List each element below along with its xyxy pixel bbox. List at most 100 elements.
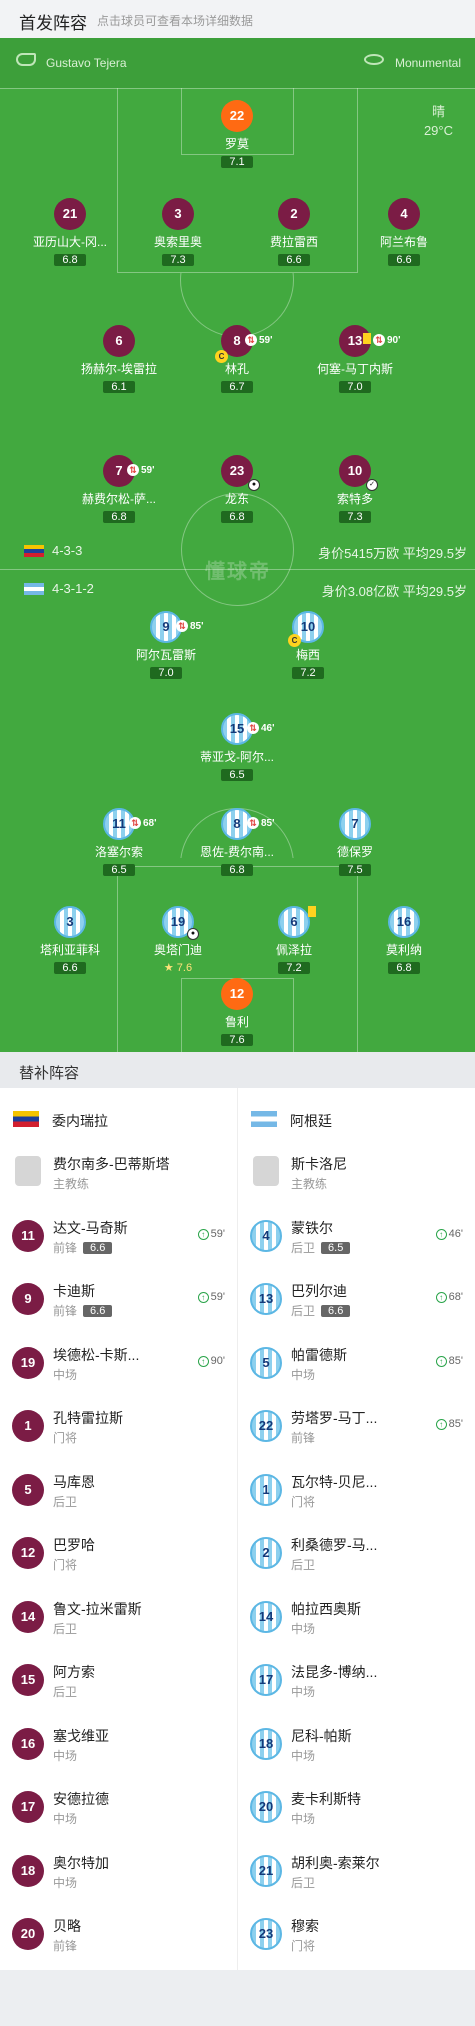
sub-number: 14 [250,1600,282,1633]
venezuela-flag-icon [13,1111,39,1127]
sub-off-marker: ⇅ 59' [245,325,273,357]
away-player-0[interactable]: 9 ⇅ 85' 阿尔瓦雷斯 7.0 [101,611,231,681]
sub-row[interactable]: 23 穆索 门将 [238,1910,475,1970]
home-player-7[interactable]: 13 ⇅ 90' 何塞-马丁内斯 7.0 [290,325,420,395]
sub-row[interactable]: 5 帕雷德斯 中场 ↑ 85' [238,1339,475,1399]
sub-name: 胡利奥-索莱尔 [291,1854,380,1871]
sub-row[interactable]: 2 利桑德罗-马... 后卫 [238,1529,475,1589]
temperature: 29°C [423,123,453,138]
sub-on-time: ↑ 59' [197,1228,225,1240]
player-rating: 6.6 [54,962,86,974]
player-rating: 7.5 [339,864,371,876]
away-player-5[interactable]: 7 德保罗 7.5 [290,808,420,878]
sub-on-time: ↑ 46' [435,1228,463,1240]
player-number: 16 [388,906,420,938]
sub-position: 门将 [53,1558,78,1572]
home-formation-label: 4-3-3 [52,543,83,558]
sub-off-marker: ⇅ 68' [129,810,157,838]
sub-row[interactable]: 18 奥尔特加 中场 [0,1847,237,1907]
sub-off-marker: ⇅ 85' [247,810,275,838]
player-rating: 7.3 [339,511,371,523]
substitution-icon: ⇅ [373,334,385,346]
yellow-card-icon [308,906,316,917]
sub-row[interactable]: 9 卡迪斯 前锋 6.6 ↑ 59' [0,1275,237,1335]
sub-row[interactable]: 21 胡利奥-索莱尔 后卫 [238,1847,475,1907]
away-player-10[interactable]: 12 鲁利 7.6 [172,978,302,1048]
player-rating: 7.2 [278,962,310,974]
sub-number: 2 [250,1537,282,1569]
home-player-2[interactable]: 3 奥索里奥 7.3 [113,198,243,268]
home-player-10[interactable]: 10 ✓ 索特多 7.3 [290,455,420,525]
captain-icon: C [215,350,228,363]
player-rating: 6.8 [221,511,253,523]
player-number: 6 [103,325,135,357]
home-player-5[interactable]: 6 扬赫尔-埃雷拉 6.1 [54,325,184,395]
player-rating: 7.6 [221,1034,253,1046]
player-name: 林孔 [224,362,249,376]
sub-row[interactable]: 1 瓦尔特-贝尼... 门将 [238,1466,475,1526]
watermark: 懂球帝 [205,561,271,583]
sub-row[interactable]: 17 法昆多-博纳... 中场 [238,1656,475,1716]
sub-on-time: ↑ 90' [197,1355,225,1367]
sub-position: 中场 [291,1685,316,1699]
home-player-8[interactable]: 7 ⇅ 59' 赫费尔松-萨... 6.8 [54,455,184,525]
home-player-4[interactable]: 4 阿兰布鲁 6.6 [339,198,469,268]
sub-row[interactable]: 17 安德拉德 中场 [0,1783,237,1843]
sub-row[interactable]: 18 尼科-帕斯 中场 [238,1720,475,1780]
sub-row[interactable]: 5 马库恩 后卫 [0,1466,237,1526]
home-team-header: 委内瑞拉 [0,1088,237,1142]
home-player-9[interactable]: 23 ● 龙东 6.8 [172,455,302,525]
sub-row[interactable]: 20 麦卡利斯特 中场 [238,1783,475,1843]
sub-number: 15 [12,1664,44,1696]
player-rating: 7.3 [162,254,194,266]
sub-name: 阿方索 [53,1664,95,1680]
sub-rating: 6.6 [83,1305,113,1317]
sub-number: 22 [250,1410,282,1442]
player-number: 11 ⇅ 68' [103,808,157,840]
sub-position: 中场 [291,1748,316,1763]
player-name: 索特多 [336,492,373,506]
player-number: 6 [278,906,316,938]
sub-row[interactable]: 14 帕拉西奥斯 中场 [238,1593,475,1653]
sub-row[interactable]: 12 巴罗哈 门将 [0,1529,237,1589]
home-player-6[interactable]: 8 ⇅ 59' C 林孔 6.7 [172,325,302,395]
sub-rating: 6.6 [321,1305,351,1317]
away-player-3[interactable]: 11 ⇅ 68' 洛塞尔索 6.5 [54,808,184,878]
sub-row[interactable]: 1 孔特雷拉斯 门将 [0,1402,237,1462]
away-team-value: 身价3.08亿欧 平均29.5岁 [321,584,467,599]
player-rating: 6.8 [221,864,253,876]
sub-name: 埃德松-卡斯... [53,1346,140,1363]
argentina-flag-icon [24,583,44,595]
player-number: 15 ⇅ 46' [221,713,275,745]
player-rating: 6.6 [278,254,310,266]
sub-row[interactable]: 20 贝略 前锋 [0,1910,237,1970]
coach-row[interactable]: 费尔南多-巴蒂斯塔 主教练 [0,1148,237,1208]
player-rating: 6.8 [54,254,86,266]
sub-number: 1 [12,1410,44,1442]
sub-name: 卡迪斯 [53,1283,95,1299]
sub-number: 13 [250,1283,282,1315]
away-player-4[interactable]: 8 ⇅ 85' 恩佐-费尔南... 6.8 [172,808,302,878]
sub-row[interactable]: 13 巴列尔迪 后卫 6.6 ↑ 68' [238,1275,475,1335]
sub-row[interactable]: 16 塞戈维亚 中场 [0,1720,237,1780]
away-player-1[interactable]: 10 C 梅西 7.2 [243,611,373,681]
away-player-2[interactable]: 15 ⇅ 46' 蒂亚戈-阿尔... 6.5 [172,713,302,783]
sub-row[interactable]: 22 劳塔罗-马丁... 前锋 ↑ 85' [238,1402,475,1462]
sub-row[interactable]: 14 鲁文-拉米雷斯 后卫 [0,1593,237,1653]
home-team-value: 身价5415万欧 平均29.5岁 [318,546,467,561]
sub-row[interactable]: 19 埃德松-卡斯... 中场 ↑ 90' [0,1339,237,1399]
coach-avatar [15,1156,41,1186]
home-player-0[interactable]: 22 罗莫 7.1 [172,100,302,170]
away-player-7[interactable]: 19 ● 奥塔门迪 ★ 7.6 [113,906,243,976]
sub-position: 后卫 6.6 [291,1302,351,1319]
match-info-bar: Gustavo Tejera Monumental [0,38,475,88]
player-number: 7 [339,808,371,840]
sub-row[interactable]: 4 蒙铁尔 后卫 6.5 ↑ 46' [238,1212,475,1272]
sub-row[interactable]: 11 达文-马奇斯 前锋 6.6 ↑ 59' [0,1212,237,1272]
sub-row[interactable]: 15 阿方索 后卫 [0,1656,237,1716]
coach-row[interactable]: 斯卡洛尼 主教练 [238,1148,475,1208]
sub-time: 90' [387,335,401,346]
sub-number: 17 [250,1664,282,1696]
away-player-9[interactable]: 16 莫利纳 6.8 [339,906,469,976]
sub-number: 20 [12,1918,44,1950]
